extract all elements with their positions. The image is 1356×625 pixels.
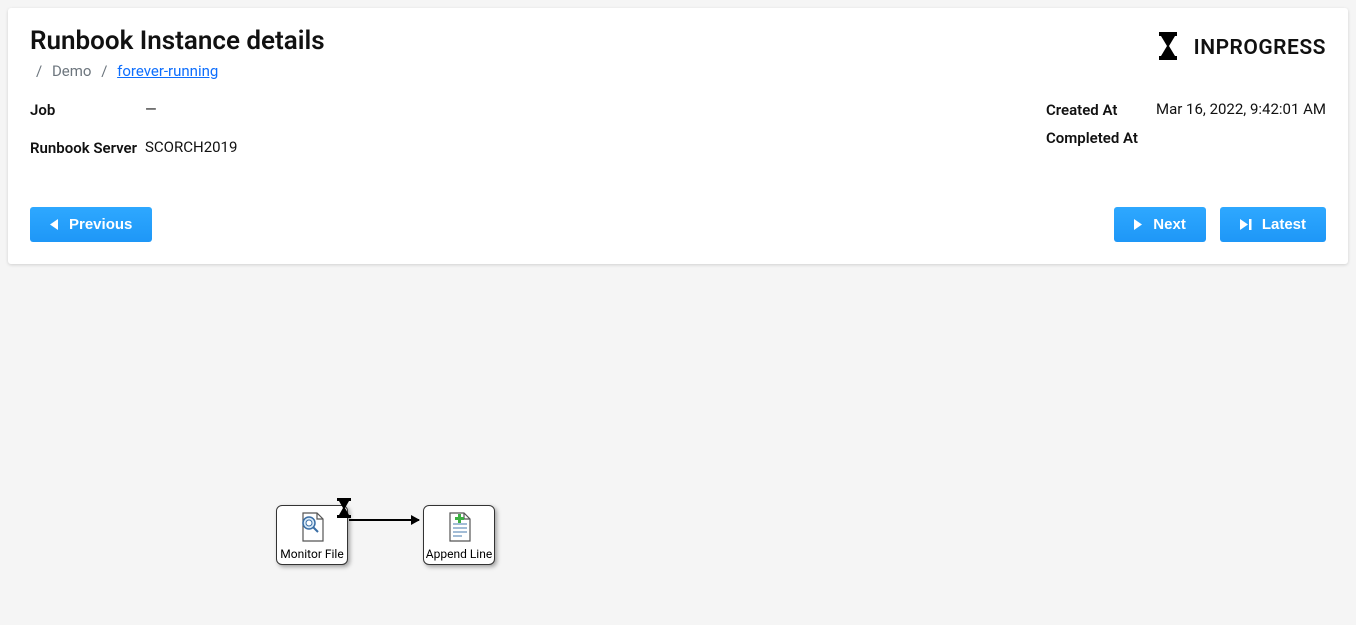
workflow-connector — [349, 519, 419, 521]
skip-to-end-icon — [1240, 219, 1252, 230]
breadcrumb-item-demo: Demo — [52, 62, 92, 80]
latest-button[interactable]: Latest — [1220, 207, 1326, 242]
created-at-value: Mar 16, 2022, 9:42:01 AM — [1156, 100, 1326, 120]
node-label: Monitor File — [280, 547, 343, 561]
created-at-label: Created At — [1046, 100, 1156, 120]
status-label: INPROGRESS — [1194, 36, 1326, 60]
status-block: INPROGRESS — [1156, 32, 1326, 64]
node-label: Append Line — [426, 547, 492, 561]
triangle-right-icon — [1134, 219, 1143, 230]
hourglass-icon — [1156, 32, 1180, 64]
monitor-file-icon — [295, 510, 329, 547]
append-line-icon — [442, 510, 476, 547]
completed-at-label: Completed At — [1046, 128, 1156, 148]
breadcrumb: / Demo / forever-running — [30, 62, 325, 80]
page-title: Runbook Instance details — [30, 26, 325, 56]
server-value: SCORCH2019 — [145, 138, 237, 158]
job-label: Job — [30, 100, 145, 120]
next-button[interactable]: Next — [1114, 207, 1206, 242]
previous-button[interactable]: Previous — [30, 207, 152, 242]
breadcrumb-link-runbook[interactable]: forever-running — [117, 62, 218, 80]
triangle-left-icon — [50, 219, 59, 230]
details-panel: Runbook Instance details / Demo / foreve… — [8, 8, 1348, 264]
workflow-diagram: Monitor File Append — [0, 272, 1356, 602]
server-label: Runbook Server — [30, 138, 145, 158]
job-value: — — [145, 100, 157, 120]
activity-node-append-line[interactable]: Append Line — [423, 505, 495, 565]
